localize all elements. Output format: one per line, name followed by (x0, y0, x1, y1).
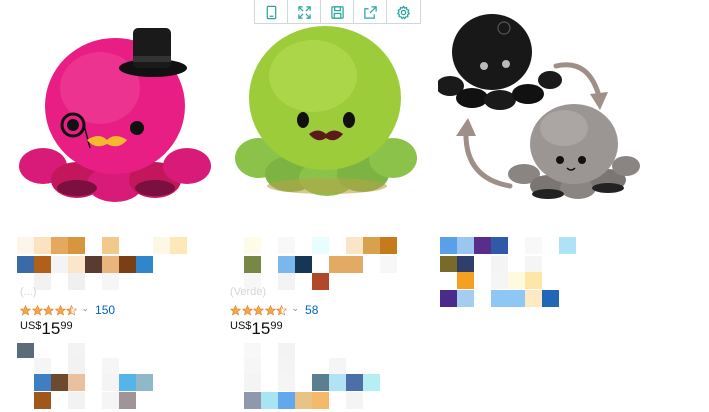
star-icon (54, 304, 66, 315)
product-card[interactable] (438, 0, 643, 412)
blurred-title-line (440, 272, 559, 289)
price-whole: 15 (251, 319, 271, 338)
chevron-down-icon[interactable]: ⌄ (82, 303, 90, 314)
blurred-title-line (17, 256, 187, 273)
rating-row[interactable]: ⌄ 58 (230, 303, 318, 317)
price-fraction: 99 (270, 320, 283, 332)
gear-icon (396, 4, 411, 19)
blurred-title-line (227, 358, 346, 375)
star-rating (230, 304, 288, 316)
tablet-icon (266, 5, 276, 19)
rating-row[interactable]: ⌄ 150 (20, 303, 115, 317)
price-fraction: 99 (60, 320, 73, 332)
save-icon (330, 5, 344, 19)
toolbar-save-button[interactable] (321, 0, 354, 24)
blurred-title-line (227, 256, 397, 273)
review-count-link[interactable]: 58 (305, 303, 318, 317)
image-toolbar (254, 0, 421, 24)
product-card[interactable]: (Verde) ⌄ 58 US$1599 (225, 0, 430, 412)
price-whole: 15 (41, 319, 61, 338)
share-icon (363, 5, 377, 19)
star-icon (66, 304, 77, 315)
star-icon (20, 304, 31, 315)
price-currency: US$ (230, 320, 252, 332)
review-count-link[interactable]: 150 (95, 303, 115, 317)
product-image-green-octopus[interactable] (225, 8, 430, 208)
price: US$1599 (20, 319, 73, 339)
variant-label: (...) (20, 286, 37, 298)
blurred-title-line (17, 392, 136, 409)
toolbar-settings-button[interactable] (387, 0, 420, 24)
variant-label: (Verde) (230, 286, 267, 298)
price-currency: US$ (20, 320, 42, 332)
star-icon (241, 304, 253, 315)
star-rating (20, 304, 78, 316)
product-results-page: (...) ⌄ 150 US$1599 (Verde) ⌄ 58 US$1599 (0, 0, 709, 412)
product-image-pink-octopus[interactable] (15, 8, 220, 208)
star-icon (43, 304, 54, 315)
star-icon (276, 304, 287, 315)
star-icon (264, 304, 276, 315)
expand-icon (297, 5, 311, 19)
blurred-title-line (440, 237, 593, 254)
price: US$1599 (230, 319, 283, 339)
star-icon (230, 304, 241, 315)
blurred-title-line (17, 358, 119, 375)
blurred-title-line (227, 392, 363, 409)
blurred-title-line (440, 256, 559, 273)
blurred-title-line (227, 374, 380, 391)
toolbar-expand-button[interactable] (288, 0, 321, 24)
product-image-reversible-octopus[interactable] (438, 8, 643, 208)
toolbar-share-button[interactable] (354, 0, 387, 24)
star-icon (31, 304, 43, 315)
blurred-title-line (227, 237, 397, 254)
blurred-title-line (17, 374, 153, 391)
product-card[interactable]: (...) ⌄ 150 US$1599 (15, 0, 220, 412)
star-icon (253, 304, 264, 315)
toolbar-tablet-button[interactable] (255, 0, 288, 24)
blurred-title-line (440, 290, 559, 307)
chevron-down-icon[interactable]: ⌄ (292, 303, 300, 314)
blurred-title-line (17, 237, 187, 254)
